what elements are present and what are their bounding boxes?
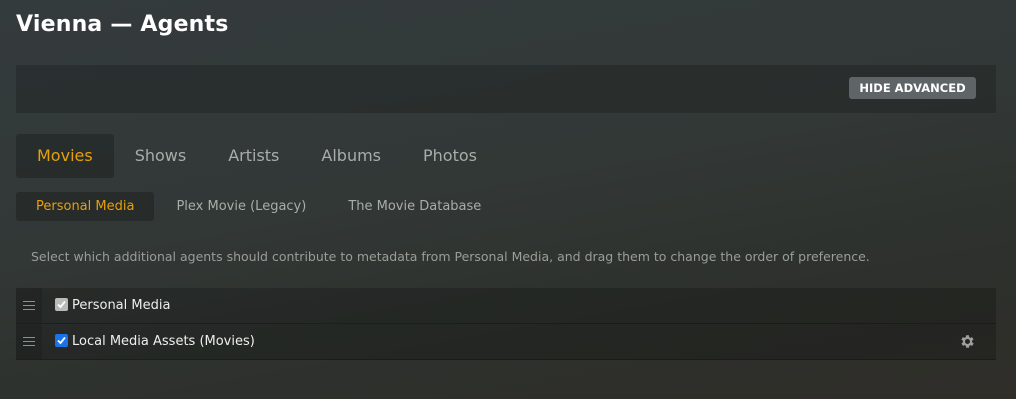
- agents-description: Select which additional agents should co…: [31, 249, 870, 264]
- tab-shows[interactable]: Shows: [114, 134, 208, 178]
- tab-movies[interactable]: Movies: [16, 134, 114, 178]
- advanced-bar: HIDE ADVANCED: [16, 65, 996, 113]
- tab-the-movie-database[interactable]: The Movie Database: [328, 192, 501, 221]
- drag-handle-icon[interactable]: [16, 324, 42, 359]
- tab-artists[interactable]: Artists: [207, 134, 300, 178]
- drag-handle-icon[interactable]: [16, 288, 42, 323]
- personal-media-checkbox[interactable]: [55, 298, 68, 311]
- page-title: Vienna — Agents: [16, 12, 229, 37]
- agent-label: Local Media Assets (Movies): [72, 334, 255, 349]
- list-item[interactable]: Local Media Assets (Movies): [16, 324, 996, 360]
- tab-albums[interactable]: Albums: [300, 134, 402, 178]
- list-item[interactable]: Personal Media: [16, 288, 996, 324]
- tab-photos[interactable]: Photos: [402, 134, 498, 178]
- agent-list: Personal Media Local Media Assets (Movie…: [16, 288, 996, 360]
- tab-plex-movie-legacy[interactable]: Plex Movie (Legacy): [156, 192, 326, 221]
- media-type-tabs: Movies Shows Artists Albums Photos: [16, 134, 498, 178]
- hide-advanced-button[interactable]: HIDE ADVANCED: [849, 77, 976, 99]
- agent-label: Personal Media: [72, 298, 171, 313]
- local-media-assets-checkbox[interactable]: [55, 334, 68, 347]
- tab-personal-media[interactable]: Personal Media: [16, 192, 155, 221]
- gear-icon[interactable]: [959, 333, 976, 350]
- agent-tabs: Personal Media Plex Movie (Legacy) The M…: [16, 192, 503, 221]
